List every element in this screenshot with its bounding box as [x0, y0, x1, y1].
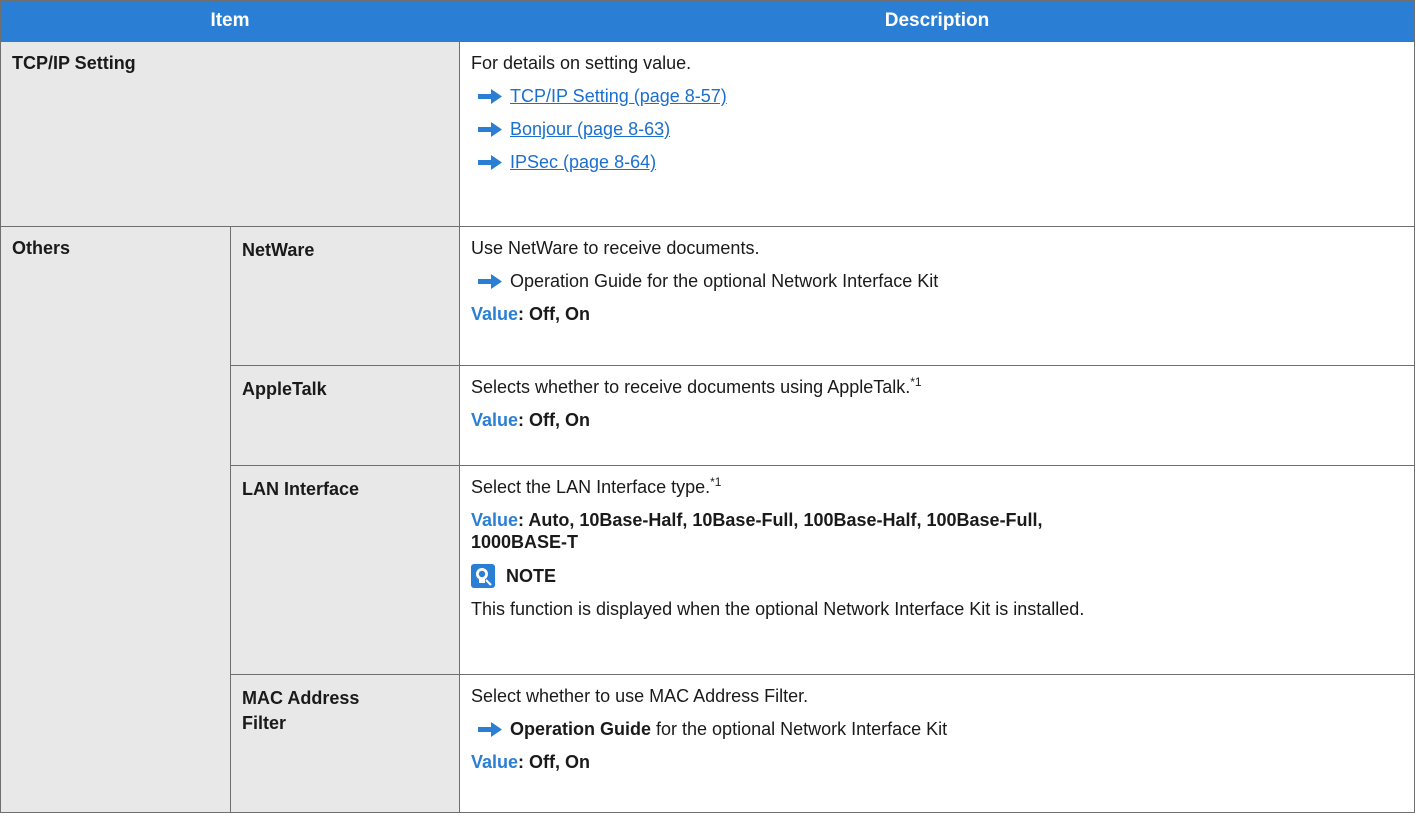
- reference-link-row: IPSec (page 8-64): [471, 151, 1402, 173]
- reference-text: Operation Guide for the optional Network…: [510, 271, 939, 291]
- description-tcpip-setting: For details on setting value. TCP/IP Set…: [459, 41, 1415, 227]
- note-label: NOTE: [506, 565, 557, 586]
- footnote-marker: *1: [910, 375, 922, 389]
- value-label: Value: [471, 510, 519, 530]
- reference-row: Operation Guide for the optional Network…: [471, 270, 1402, 292]
- subitem-netware: NetWare: [230, 226, 460, 366]
- description-text: Selects whether to receive documents usi…: [471, 376, 1402, 398]
- description-text: For details on setting value.: [471, 53, 692, 73]
- value-options-continued: 1000BASE-T: [471, 532, 579, 552]
- bonjour-link[interactable]: Bonjour (page 8-63): [510, 119, 670, 139]
- value-line: Value: Off, On: [471, 409, 1402, 431]
- note-heading: NOTE: [471, 564, 1402, 588]
- right-arrow-icon: [478, 122, 502, 137]
- table-row: Others NetWare Use NetWare to receive do…: [0, 226, 1415, 813]
- description-lan-interface: Select the LAN Interface type.*1 Value: …: [459, 465, 1415, 675]
- column-header-item: Item: [0, 0, 460, 42]
- item-tcpip-setting: TCP/IP Setting: [0, 41, 460, 227]
- lightbulb-icon: [471, 564, 495, 588]
- value-label: Value: [471, 410, 519, 430]
- ipsec-link[interactable]: IPSec (page 8-64): [510, 152, 656, 172]
- footnote-marker: *1: [710, 475, 722, 489]
- subitem-mac-address-filter: MAC Address Filter: [230, 674, 460, 813]
- value-options: : Off, On: [518, 304, 591, 324]
- right-arrow-icon: [478, 155, 502, 170]
- right-arrow-icon: [478, 89, 502, 104]
- value-options: : Off, On: [518, 752, 591, 772]
- right-arrow-icon: [478, 722, 502, 737]
- description-text: Select the LAN Interface type.*1: [471, 476, 1402, 498]
- description-text: Use NetWare to receive documents.: [471, 238, 760, 258]
- description-text: Select whether to use MAC Address Filter…: [471, 686, 809, 706]
- reference-row: Operation Guide for the optional Network…: [471, 718, 1402, 740]
- description-mac-address-filter: Select whether to use MAC Address Filter…: [459, 674, 1415, 813]
- column-header-description: Description: [459, 0, 1415, 42]
- reference-link-row: TCP/IP Setting (page 8-57): [471, 85, 1402, 107]
- table-row: TCP/IP Setting For details on setting va…: [0, 41, 1415, 227]
- value-line: Value: Auto, 10Base-Half, 10Base-Full, 1…: [471, 509, 1402, 553]
- reference-text: for the optional Network Interface Kit: [651, 719, 948, 739]
- value-line: Value: Off, On: [471, 303, 1402, 325]
- settings-table: Item Description TCP/IP Setting For deta…: [0, 0, 1415, 813]
- value-label: Value: [471, 752, 519, 772]
- description-netware: Use NetWare to receive documents. Operat…: [459, 226, 1415, 366]
- reference-title: Operation Guide: [510, 719, 652, 739]
- subitem-appletalk: AppleTalk: [230, 365, 460, 466]
- value-options: : Off, On: [518, 410, 591, 430]
- tcpip-setting-link[interactable]: TCP/IP Setting (page 8-57): [510, 86, 727, 106]
- value-line: Value: Off, On: [471, 751, 1402, 773]
- subitem-label-continued: Filter: [242, 713, 287, 733]
- item-others: Others: [0, 226, 231, 813]
- right-arrow-icon: [478, 274, 502, 289]
- description-sentence: Selects whether to receive documents usi…: [471, 377, 911, 397]
- subitem-label: MAC Address: [242, 688, 360, 708]
- value-label: Value: [471, 304, 519, 324]
- subitem-lan-interface: LAN Interface: [230, 465, 460, 675]
- note-text: This function is displayed when the opti…: [471, 599, 1085, 619]
- description-sentence: Select the LAN Interface type.: [471, 477, 711, 497]
- reference-link-row: Bonjour (page 8-63): [471, 118, 1402, 140]
- value-options: : Auto, 10Base-Half, 10Base-Full, 100Bas…: [518, 510, 1043, 530]
- description-appletalk: Selects whether to receive documents usi…: [459, 365, 1415, 466]
